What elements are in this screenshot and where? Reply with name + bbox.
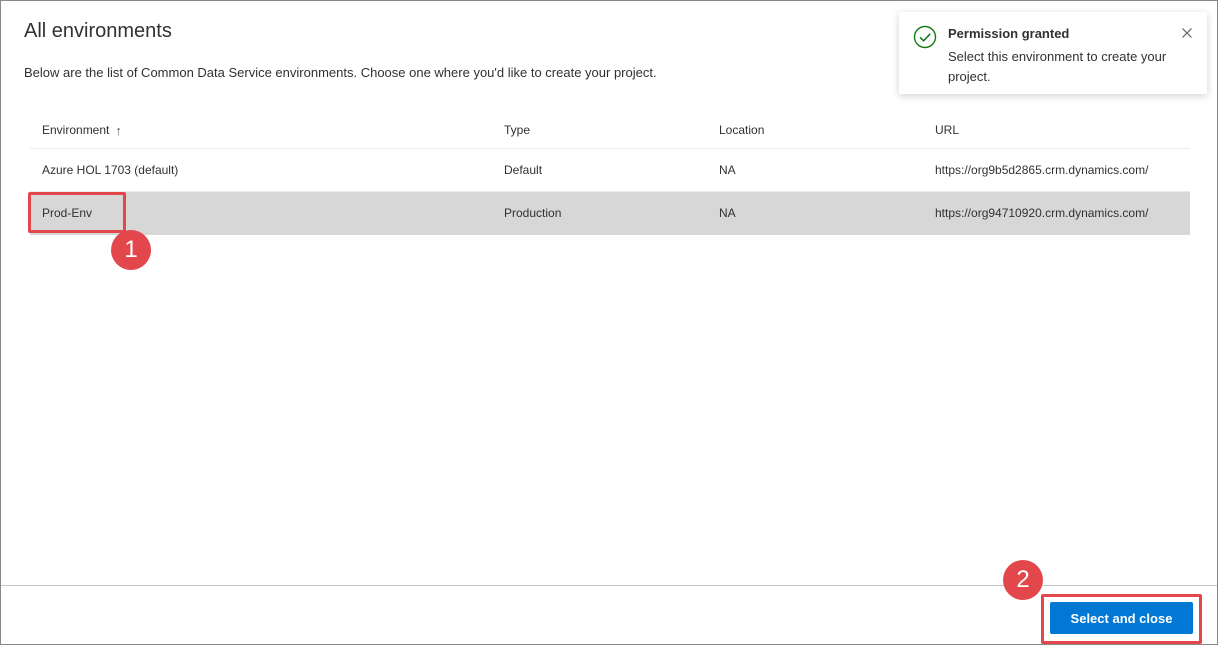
url-cell: https://org9b5d2865.crm.dynamics.com/ — [935, 163, 1149, 177]
table-row[interactable]: Azure HOL 1703 (default) Default NA http… — [30, 149, 1190, 192]
annotation-badge-2: 2 — [1003, 560, 1043, 600]
annotation-highlight-prod-env — [28, 192, 126, 233]
close-icon[interactable] — [1179, 25, 1195, 41]
url-cell: https://org94710920.crm.dynamics.com/ — [935, 206, 1149, 220]
column-header-type[interactable]: Type — [504, 112, 530, 148]
column-header-environment[interactable]: Environment ↑ — [42, 112, 122, 148]
column-header-label: Environment — [42, 123, 110, 137]
type-cell: Default — [504, 163, 543, 177]
check-circle-icon — [913, 25, 937, 49]
arrow-up-icon: ↑ — [115, 122, 122, 138]
toast-message: Select this environment to create your p… — [948, 49, 1167, 84]
table-row-selected[interactable]: Prod-Env Production NA https://org947109… — [30, 192, 1190, 235]
column-header-url[interactable]: URL — [935, 112, 959, 148]
environment-cell: Azure HOL 1703 (default) — [42, 163, 179, 177]
environments-table: Environment ↑ Type Location URL Azure HO… — [30, 112, 1190, 235]
type-cell: Production — [504, 206, 562, 220]
page-subtitle: Below are the list of Common Data Servic… — [24, 65, 657, 80]
table-header: Environment ↑ Type Location URL — [30, 112, 1190, 149]
annotation-badge-1: 1 — [111, 230, 151, 270]
location-cell: NA — [719, 206, 736, 220]
annotation-highlight-select-button — [1041, 594, 1202, 644]
location-cell: NA — [719, 163, 736, 177]
permission-toast: Permission granted Select this environme… — [899, 12, 1207, 94]
toast-title: Permission granted — [948, 26, 1070, 41]
dialog — [0, 0, 1218, 645]
page-title: All environments — [24, 20, 172, 42]
column-header-location[interactable]: Location — [719, 112, 764, 148]
